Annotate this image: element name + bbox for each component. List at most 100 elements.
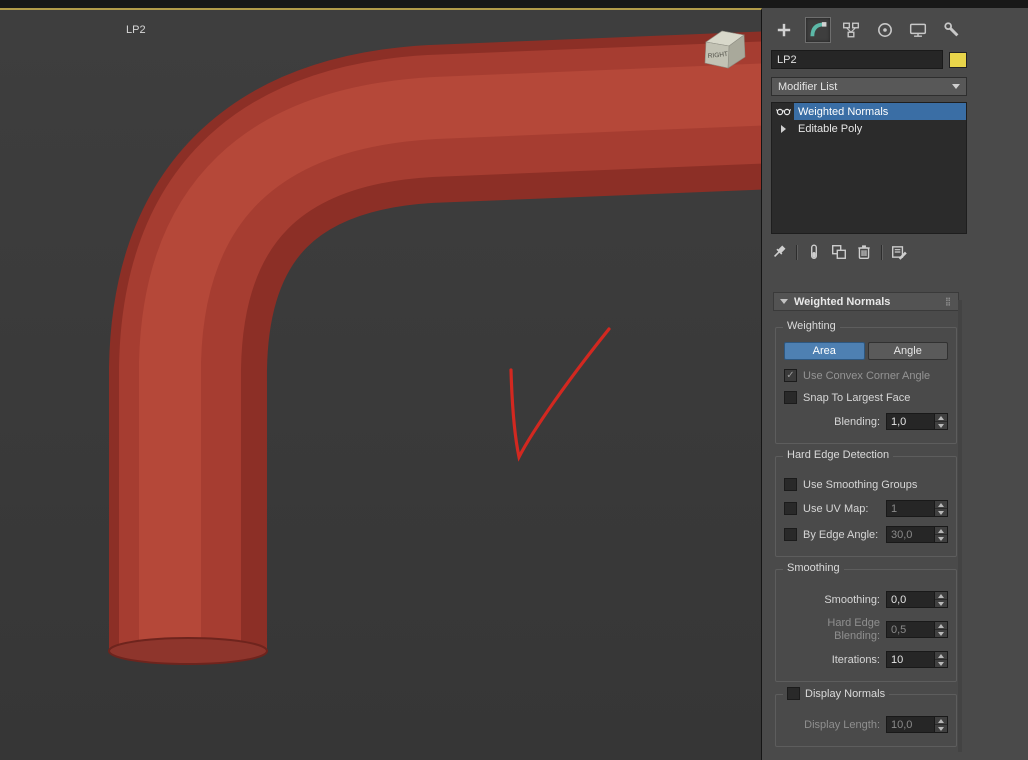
checkbox[interactable] bbox=[784, 478, 797, 491]
dropdown-arrow-icon bbox=[952, 84, 960, 89]
modifier-list-dropdown[interactable]: Modifier List bbox=[771, 77, 967, 96]
angle-button[interactable]: Angle bbox=[867, 342, 948, 360]
expand-arrow-icon bbox=[780, 124, 786, 133]
viewport[interactable]: LP2 RIGHT bbox=[0, 8, 762, 760]
iterations-label: Iterations: bbox=[831, 653, 880, 666]
spinner-up-arrow[interactable] bbox=[935, 414, 947, 422]
modify-arc-icon bbox=[810, 22, 827, 37]
group-title: Weighting bbox=[783, 320, 840, 332]
remove-modifier-trash-icon[interactable] bbox=[856, 244, 872, 260]
spinner-up-arrow[interactable] bbox=[935, 501, 947, 509]
rollout-grip-icon: ⣿ bbox=[945, 297, 952, 306]
rollout-title: Weighted Normals bbox=[794, 295, 891, 308]
by-edge-angle-checkbox[interactable] bbox=[784, 528, 797, 541]
display-normals-checkbox[interactable] bbox=[787, 687, 800, 701]
pipe-bottom-cap bbox=[108, 637, 268, 665]
checkbox-checked[interactable]: ✓ bbox=[784, 369, 797, 382]
use-convex-corner-angle-checkbox[interactable]: ✓ Use Convex Corner Angle bbox=[784, 369, 948, 382]
spinner-down-arrow[interactable] bbox=[935, 660, 947, 668]
object-color-swatch[interactable] bbox=[949, 51, 967, 68]
group-title: Smoothing bbox=[783, 562, 844, 574]
pin-stack-icon[interactable] bbox=[771, 244, 787, 260]
stack-item-weighted-normals[interactable]: Weighted Normals bbox=[772, 103, 966, 120]
tab-utilities[interactable] bbox=[939, 17, 965, 43]
use-smoothing-groups-checkbox[interactable]: Use Smoothing Groups bbox=[784, 478, 948, 491]
hard-edge-blending-label: Hard Edge Blending: bbox=[827, 617, 880, 642]
spinner-down-arrow[interactable] bbox=[935, 600, 947, 607]
tab-create[interactable] bbox=[771, 17, 797, 43]
smoothing-spinner[interactable]: 0,0 bbox=[886, 591, 948, 608]
configure-modifier-sets-icon[interactable] bbox=[891, 244, 907, 260]
modifier-stack-toolbar bbox=[771, 242, 967, 262]
viewport-object-label: LP2 bbox=[126, 24, 146, 36]
stack-item-label: Editable Poly bbox=[798, 122, 863, 135]
display-length-label: Display Length: bbox=[804, 718, 880, 731]
group-hard-edge-detection: Hard Edge Detection Use Smoothing Groups… bbox=[775, 449, 957, 557]
display-monitor-icon bbox=[910, 23, 927, 37]
display-length-row: Display Length: 10,0 bbox=[784, 716, 948, 734]
display-length-spinner[interactable]: 10,0 bbox=[886, 716, 948, 734]
iterations-spinner[interactable]: 10 bbox=[886, 651, 948, 669]
use-uv-map-checkbox[interactable] bbox=[784, 502, 797, 515]
spinner-down-arrow[interactable] bbox=[935, 725, 947, 733]
use-uv-map-checkbox-row: Use UV Map: 1 bbox=[784, 500, 948, 517]
checkbox-label: Use Smoothing Groups bbox=[803, 478, 918, 491]
group-weighting: Weighting Area Angle ✓ Use Convex Corner… bbox=[775, 320, 957, 444]
rollout-header-weighted-normals[interactable]: Weighted Normals ⣿ bbox=[773, 292, 959, 311]
smoothing-row: Smoothing: 0,0 bbox=[784, 591, 948, 608]
show-end-result-icon[interactable] bbox=[806, 244, 822, 260]
create-plus-icon bbox=[777, 23, 791, 37]
spinner-down-arrow[interactable] bbox=[935, 535, 947, 542]
hard-edge-blending-row: Hard Edge Blending: 0,5 bbox=[784, 617, 948, 642]
blending-row: Blending: 1,0 bbox=[784, 413, 948, 430]
uv-map-spinner[interactable]: 1 bbox=[886, 500, 948, 517]
group-title: Hard Edge Detection bbox=[783, 449, 894, 461]
stack-item-label: Weighted Normals bbox=[794, 103, 966, 120]
use-uv-map-label: Use UV Map: bbox=[803, 502, 869, 515]
group-title-display-normals: Display Normals bbox=[783, 687, 890, 701]
spinner-down-arrow[interactable] bbox=[935, 422, 947, 429]
spinner-down-arrow[interactable] bbox=[935, 630, 947, 638]
snap-to-largest-face-checkbox[interactable]: Snap To Largest Face bbox=[784, 391, 948, 404]
area-button[interactable]: Area bbox=[784, 342, 865, 360]
group-display-normals: Display Normals Display Length: 10,0 bbox=[775, 687, 957, 748]
hierarchy-icon bbox=[843, 22, 860, 38]
panel-scroll-strip[interactable] bbox=[958, 300, 962, 752]
object-name-input[interactable] bbox=[771, 50, 943, 69]
viewport-scene: RIGHT bbox=[108, 30, 761, 665]
motion-wheel-icon bbox=[877, 23, 892, 37]
weighting-mode-buttons: Area Angle bbox=[784, 342, 948, 360]
stack-item-editable-poly[interactable]: Editable Poly bbox=[772, 120, 966, 137]
blending-spinner[interactable]: 1,0 bbox=[886, 413, 948, 430]
rollout-area: Weighted Normals ⣿ Weighting Area Angle … bbox=[773, 292, 959, 755]
object-name-row bbox=[771, 50, 967, 69]
spinner-up-arrow[interactable] bbox=[935, 527, 947, 535]
make-unique-icon[interactable] bbox=[831, 244, 847, 260]
checkbox-label: Snap To Largest Face bbox=[803, 391, 911, 404]
blending-label: Blending: bbox=[834, 415, 880, 428]
application-window: LP2 RIGHT LP2 Modifier List Weighted Nor… bbox=[0, 0, 1028, 760]
group-smoothing: Smoothing Smoothing: 0,0 Hard Edge Blend… bbox=[775, 562, 957, 683]
spinner-up-arrow[interactable] bbox=[935, 717, 947, 726]
hard-edge-blending-spinner[interactable]: 0,5 bbox=[886, 621, 948, 639]
tab-modify[interactable] bbox=[804, 17, 831, 43]
spinner-up-arrow[interactable] bbox=[935, 652, 947, 661]
annotation-checkmark bbox=[509, 327, 611, 462]
iterations-row: Iterations: 10 bbox=[784, 651, 948, 669]
modifier-visibility-icon[interactable] bbox=[772, 103, 794, 120]
pipe-object bbox=[108, 31, 761, 665]
tab-hierarchy[interactable] bbox=[838, 17, 864, 43]
checkbox-label: Use Convex Corner Angle bbox=[803, 369, 931, 382]
spinner-down-arrow[interactable] bbox=[935, 509, 947, 516]
tab-motion[interactable] bbox=[872, 17, 898, 43]
tab-display[interactable] bbox=[905, 17, 931, 43]
spinner-up-arrow[interactable] bbox=[935, 622, 947, 631]
checkbox[interactable] bbox=[784, 391, 797, 404]
by-edge-angle-spinner[interactable]: 30,0 bbox=[886, 526, 948, 543]
spinner-up-arrow[interactable] bbox=[935, 592, 947, 600]
utilities-wrench-icon bbox=[944, 22, 959, 37]
command-panel-tabs bbox=[771, 16, 965, 44]
modifier-list-label: Modifier List bbox=[778, 80, 838, 93]
command-panel: Modifier List Weighted Normals Editable … bbox=[763, 8, 1028, 760]
top-strip bbox=[0, 0, 1028, 8]
